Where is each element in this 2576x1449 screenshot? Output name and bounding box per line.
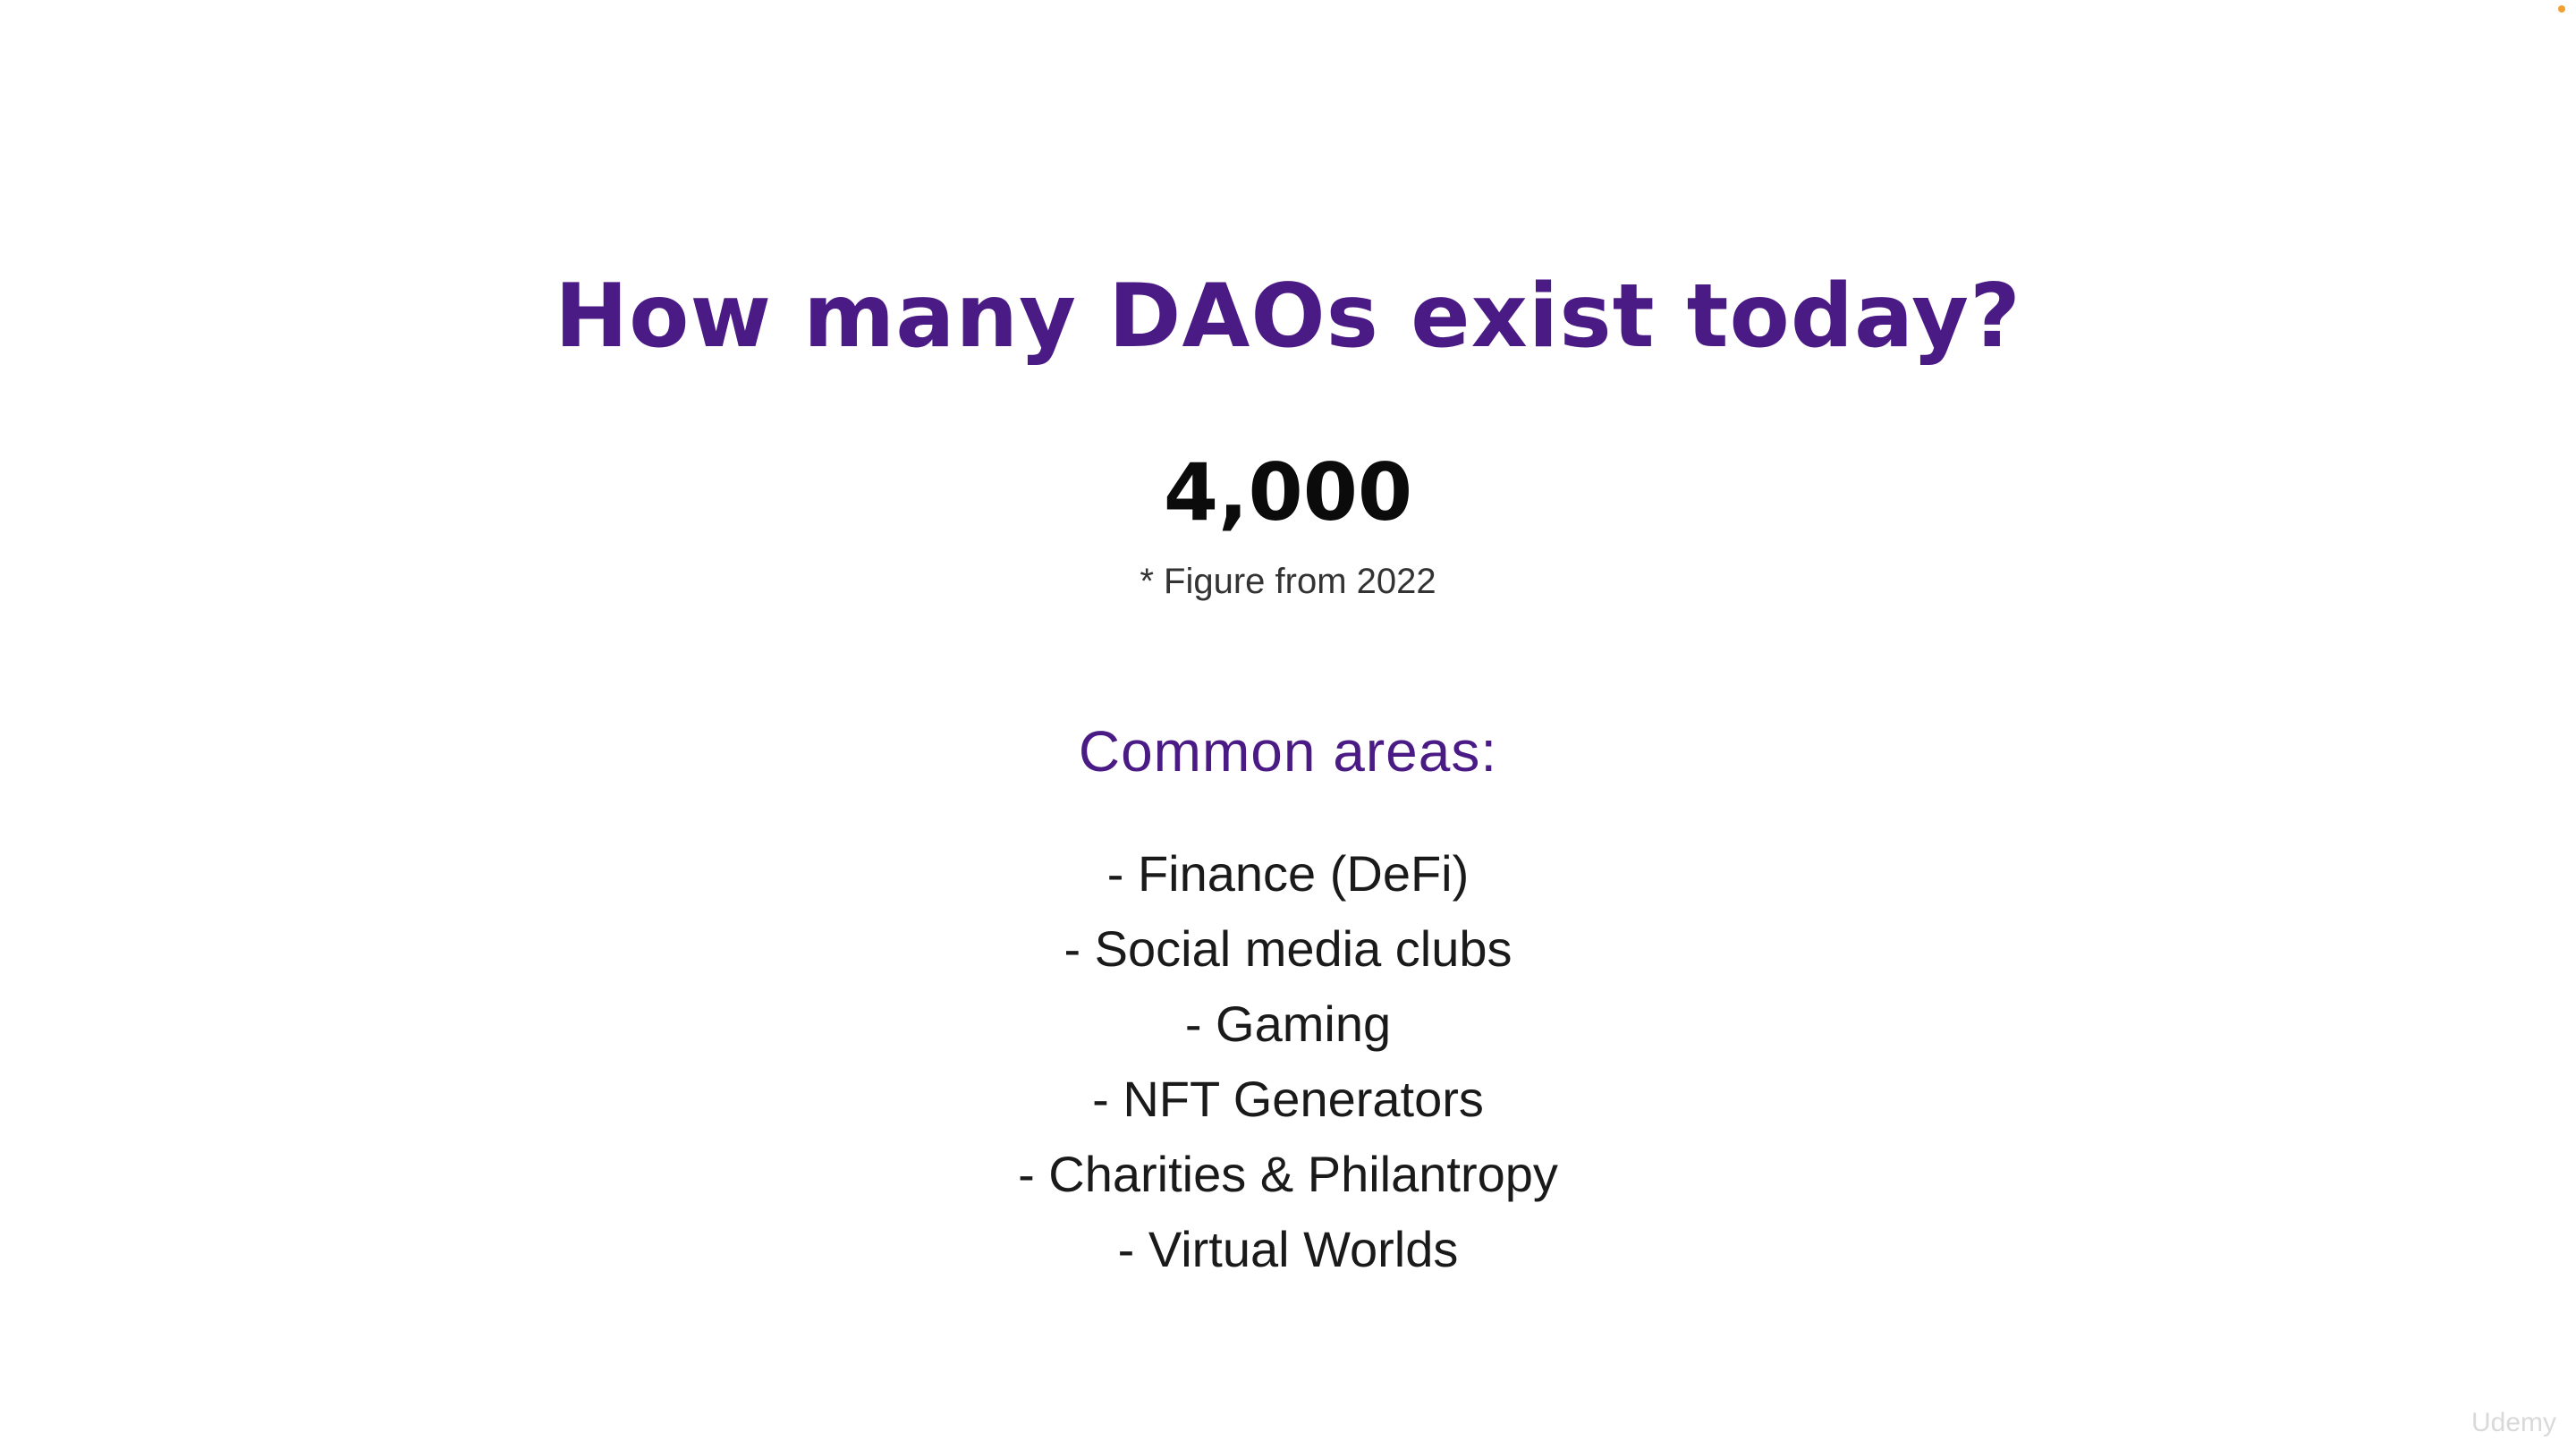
slide: How many DAOs exist today? 4,000 * Figur… xyxy=(0,0,2576,1449)
figure-footnote: * Figure from 2022 xyxy=(1140,562,1436,601)
recording-indicator-dot xyxy=(2558,5,2565,13)
area-item-gaming: - Gaming xyxy=(1184,996,1392,1052)
area-item-charities: - Charities & Philantropy xyxy=(1018,1146,1558,1202)
area-item-virtual-worlds: - Virtual Worlds xyxy=(1117,1221,1459,1277)
dao-count-figure: 4,000 xyxy=(1163,446,1413,538)
slide-title: How many DAOs exist today? xyxy=(555,266,2021,368)
area-item-social-media: - Social media clubs xyxy=(1063,920,1513,977)
udemy-watermark-logo: Udemy xyxy=(2470,1408,2556,1437)
area-item-finance: - Finance (DeFi) xyxy=(1106,845,1470,902)
common-areas-heading: Common areas: xyxy=(1078,719,1498,784)
common-areas-list: - Finance (DeFi) - Social media clubs - … xyxy=(0,836,2576,1287)
area-item-nft-generators: - NFT Generators xyxy=(1092,1071,1484,1127)
